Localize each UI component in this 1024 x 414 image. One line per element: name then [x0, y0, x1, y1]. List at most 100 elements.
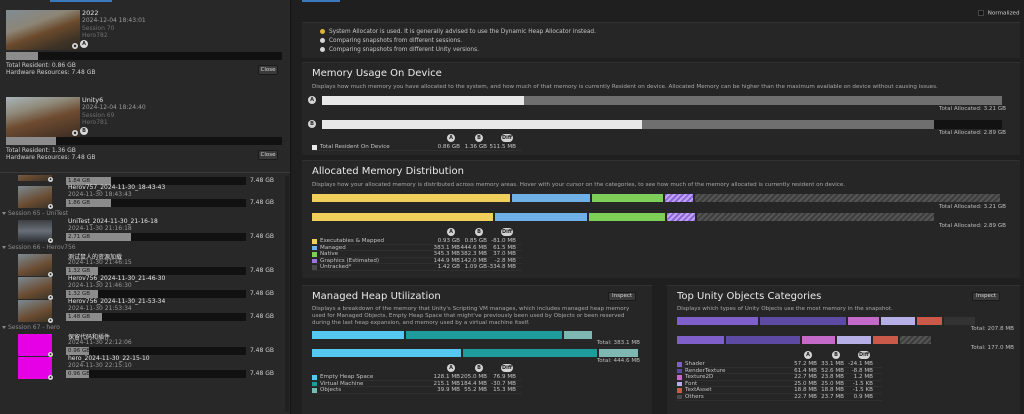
section-title: Allocated Memory Distribution — [312, 166, 464, 177]
textasset-segment — [872, 336, 898, 344]
value-a: 39.9 MB — [437, 387, 460, 394]
legend-row[interactable]: Graphics (Estimated) 144.9 MB 142.0 MB -2.8… — [312, 258, 522, 265]
sidebar-top-tab-indicator — [50, 0, 112, 2]
warning-row: Comparing snapshots from different sessi… — [320, 38, 462, 44]
snapshot-list-item[interactable]: ◆ 测试鼠人的资源加载 2024-11-30 21:46:15 1.32 GB 7.48… — [0, 253, 286, 277]
category-name: RenderTexture — [685, 367, 726, 374]
close-snapshot-a-button[interactable]: Close — [258, 65, 278, 75]
category-name: Untracked* — [320, 264, 352, 271]
snapshot-memory-bar: 0.96 GB — [66, 347, 246, 355]
objects-bar-b[interactable] — [677, 336, 933, 344]
selected-snapshot-b[interactable]: ◆ Unity6 2024-12-04 18:24:40 Session 69 … — [0, 95, 286, 175]
warning-text: System Allocator is used. It is generall… — [329, 29, 596, 35]
legend-row[interactable]: RenderTexture 61.4 MB 52.6 MB -8.8 MB — [677, 368, 882, 375]
value-a: 345.3 MB — [433, 251, 460, 258]
legend-swatch — [677, 388, 682, 393]
inspect-managed-button[interactable]: Inspect — [608, 292, 636, 301]
legend-swatch — [677, 375, 682, 380]
objects-bar-a[interactable] — [677, 317, 977, 325]
legend-row[interactable]: Objects 39.9 MB 55.2 MB 15.3 MB — [312, 387, 522, 394]
column-header-diff: Diff — [501, 134, 513, 142]
legend-swatch — [312, 145, 317, 150]
legend-row[interactable]: Font 25.0 MB 25.0 MB -1.5 KB — [677, 381, 882, 388]
snapshot-name: 2022 — [82, 9, 99, 17]
value-diff: 61.5 MB — [493, 244, 516, 251]
column-header-a: A — [447, 228, 455, 236]
category-name: TextAsset — [685, 387, 712, 394]
value-b: 23.7 MB — [821, 393, 844, 400]
normalized-toggle[interactable]: Normalized — [978, 10, 1020, 17]
session-header[interactable]: Session 66 - Herov756 — [2, 244, 76, 251]
value-a: 0.93 GB — [437, 238, 460, 244]
allocated-bar-b[interactable] — [312, 213, 936, 221]
session-header-label: Session 66 - Herov756 — [8, 244, 76, 251]
snapshot-list-item[interactable]: ◆ Herov756_2024-11-30_21-53-34 2024-11-30 … — [0, 298, 286, 323]
session-header[interactable]: Session 65 - UniTest — [2, 210, 68, 217]
legend-row[interactable]: Virtual Machine 215.1 MB 184.4 MB -30.7 MB — [312, 381, 522, 388]
session-header[interactable]: Session 67 - hero — [2, 324, 60, 331]
list-scrollbar[interactable] — [285, 176, 289, 412]
untracked-segment — [694, 194, 1000, 202]
font-segment — [837, 336, 871, 344]
value-b: 33.1 MB — [821, 361, 844, 367]
allocated-bar-a[interactable] — [312, 194, 1002, 202]
snapshot-project: Hero782 — [82, 32, 108, 39]
selected-snapshot-a[interactable]: ◆ 2022 2024-12-04 18:43:01 Session 70 He… — [0, 8, 286, 88]
memory-usage-bar-a[interactable] — [322, 96, 1002, 105]
snapshot-session: Session 70 — [82, 25, 115, 32]
value-b: 18.8 MB — [821, 387, 844, 394]
snapshot-list-item[interactable]: ◆ Herov756_2024-11-30_21-46-30 2024-11-30 … — [0, 275, 286, 300]
inspect-objects-button[interactable]: Inspect — [972, 292, 1000, 301]
legend-row[interactable]: Native 345.3 MB 382.3 MB 37.0 MB — [312, 251, 522, 258]
value-b: 444.6 MB — [460, 244, 487, 251]
value-diff: 15.3 MB — [493, 387, 516, 394]
managed-bar-a[interactable] — [312, 331, 594, 339]
graphics-segment — [664, 194, 693, 202]
legend-row[interactable]: Executables & Mapped 0.93 GB 0.85 GB -81.0 … — [312, 238, 522, 245]
normalized-checkbox[interactable] — [978, 10, 984, 16]
managed-total-text: Total: 383.1 MB — [596, 340, 640, 346]
section-title: Top Unity Objects Categories — [677, 291, 822, 302]
legend-row[interactable]: Untracked* 1.42 GB 1.09 GB -334.8 MB — [312, 264, 522, 271]
managed-bar-b[interactable] — [312, 349, 640, 357]
objects-segment — [599, 349, 638, 357]
warning-icon — [320, 29, 325, 34]
legend-row[interactable]: TextAsset 18.8 MB 18.8 MB -1.5 KB — [677, 387, 882, 394]
category-name: Managed — [320, 244, 346, 251]
legend-row[interactable]: Texture2D 22.7 MB 23.8 MB 1.2 MB — [677, 374, 882, 381]
snapshot-list-item[interactable]: ◆ 保留代码和插件 2024-11-30 22:12:06 0.96 GB 7.48 G… — [0, 333, 286, 357]
shader-segment — [677, 336, 724, 344]
snapshot-list-item[interactable]: ◆ Herov757_2024-11-30_18-43-43 2024-11-30 … — [0, 184, 286, 209]
expand-arrow-icon[interactable] — [2, 246, 6, 249]
memory-usage-bar-b[interactable] — [322, 120, 1002, 129]
managed-segment — [495, 213, 588, 221]
snapshot-date: 2024-11-30 21:16:18 — [68, 225, 132, 232]
category-name: Empty Heap Space — [320, 374, 374, 380]
snapshot-list-item[interactable]: ◆ hero_2024-11-30_22-15-10 2024-11-30 22:1… — [0, 355, 286, 380]
value-a: 128.1 MB — [433, 374, 460, 380]
total-allocated-text: Total Allocated: 3.21 GB — [939, 106, 1006, 112]
close-snapshot-b-button[interactable]: Close — [258, 150, 278, 160]
memory-bar-value: 1.32 GB — [66, 267, 99, 275]
column-header-diff: Diff — [501, 228, 513, 236]
legend-row[interactable]: Others 22.7 MB 23.7 MB 0.9 MB — [677, 394, 882, 401]
total-allocated-text: Total Allocated: 3.21 GB — [939, 204, 1006, 210]
expand-arrow-icon[interactable] — [2, 326, 6, 329]
native-segment — [592, 194, 663, 202]
snapshot-thumbnail — [18, 300, 52, 322]
snapshot-list-item[interactable]: ◆ UniTest_2024-11-30_21-16-18 2024-11-30 2… — [0, 218, 286, 243]
legend-row[interactable]: Shader 57.2 MB 33.1 MB -24.1 MB — [677, 361, 882, 368]
managed-segment — [512, 194, 591, 202]
virtual-machine-segment — [406, 331, 563, 339]
legend-swatch — [312, 388, 317, 393]
value-a: 215.1 MB — [433, 380, 460, 387]
expand-arrow-icon[interactable] — [2, 212, 6, 215]
snapshot-title: Herov756_2024-11-30_21-46-30 — [68, 275, 166, 282]
snapshot-thumbnail — [6, 10, 80, 50]
column-header-b: B — [475, 134, 483, 142]
legend-row[interactable]: Managed 383.1 MB 444.6 MB 61.5 MB — [312, 245, 522, 252]
legend-row[interactable]: Empty Heap Space 128.1 MB 205.0 MB 76.9 MB — [312, 374, 522, 381]
managed-total-text: Total: 444.6 MB — [596, 358, 640, 364]
unity-logo-icon: ◆ — [48, 177, 53, 182]
legend-swatch — [677, 362, 682, 367]
